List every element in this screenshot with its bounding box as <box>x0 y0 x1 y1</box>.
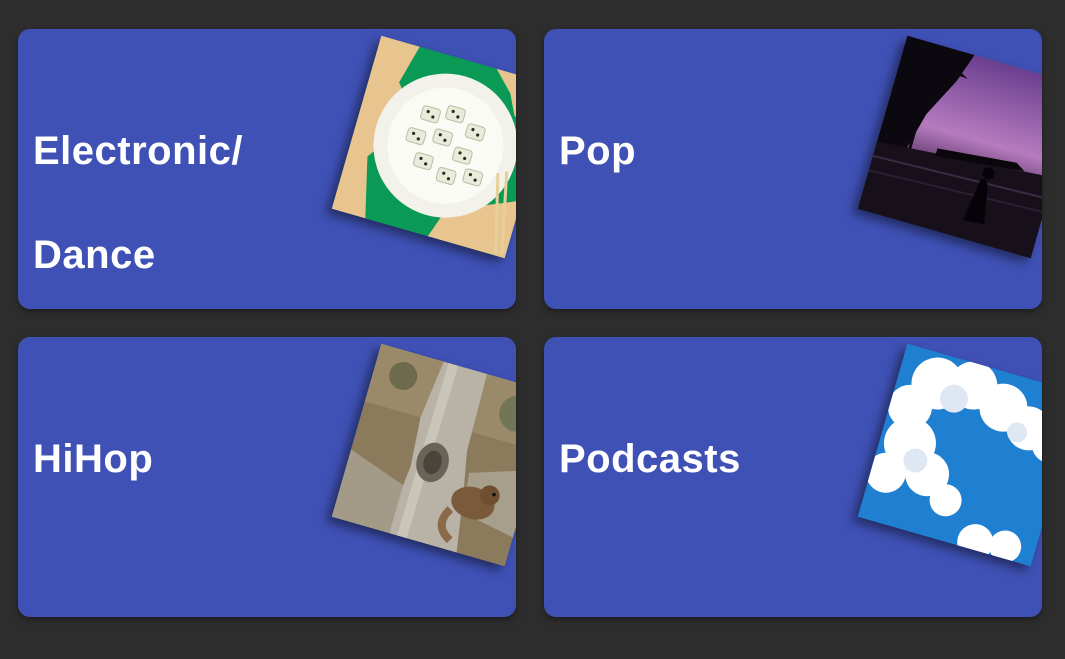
genre-title: Electronic/ Dance <box>33 73 243 309</box>
squirrel-tree-image <box>331 343 516 567</box>
genre-title-line: Dance <box>33 233 156 277</box>
genre-title-line: Pop <box>559 129 637 173</box>
genre-title-line: Podcasts <box>559 437 741 481</box>
genre-title-line: Electronic/ <box>33 129 244 173</box>
genre-grid: Electronic/ Dance Pop HiHop Podcasts <box>0 0 1065 659</box>
sushi-plate-image <box>331 35 516 259</box>
genre-title-line: HiHop <box>33 437 154 481</box>
palm-sunset-silhouette-image <box>857 35 1042 259</box>
genre-card-hihop[interactable]: HiHop <box>18 337 516 617</box>
genre-title: Podcasts <box>559 381 741 537</box>
genre-card-electronic-dance[interactable]: Electronic/ Dance <box>18 29 516 309</box>
genre-title: HiHop <box>33 381 153 537</box>
genre-title: Pop <box>559 73 636 229</box>
genre-card-podcasts[interactable]: Podcasts <box>544 337 1042 617</box>
cloudy-sky-image <box>857 343 1042 567</box>
genre-card-pop[interactable]: Pop <box>544 29 1042 309</box>
